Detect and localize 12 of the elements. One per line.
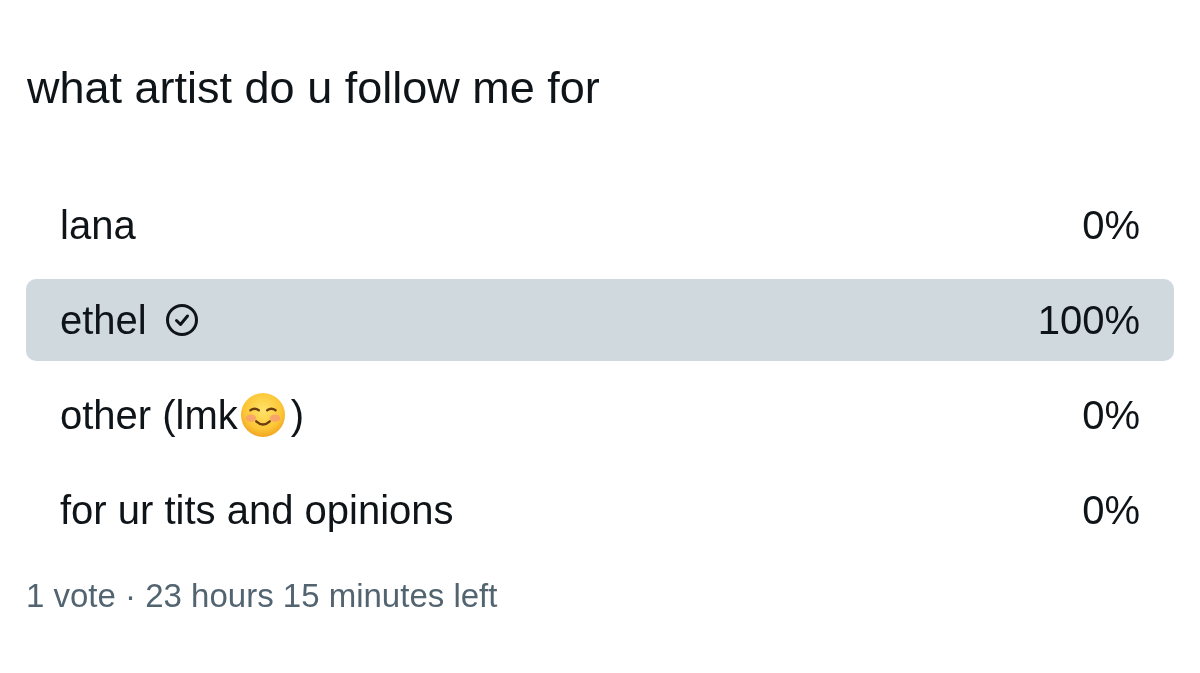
poll-question: what artist do u follow me for [26,61,600,115]
option-label: ethel [60,297,147,344]
poll-status: 1 vote · 23 hours 15 minutes left [26,576,498,616]
option-label: lana [60,202,136,249]
option-percent: 0% [1082,202,1140,249]
option-label-end: ) [290,392,305,439]
option-label: other (lmk [60,392,238,439]
option-percent: 100% [1037,297,1140,344]
option-label: for ur tits and opinions [60,487,454,534]
option-percent: 0% [1082,392,1140,439]
option-percent: 0% [1082,487,1140,534]
smiling-face-icon [240,393,285,437]
